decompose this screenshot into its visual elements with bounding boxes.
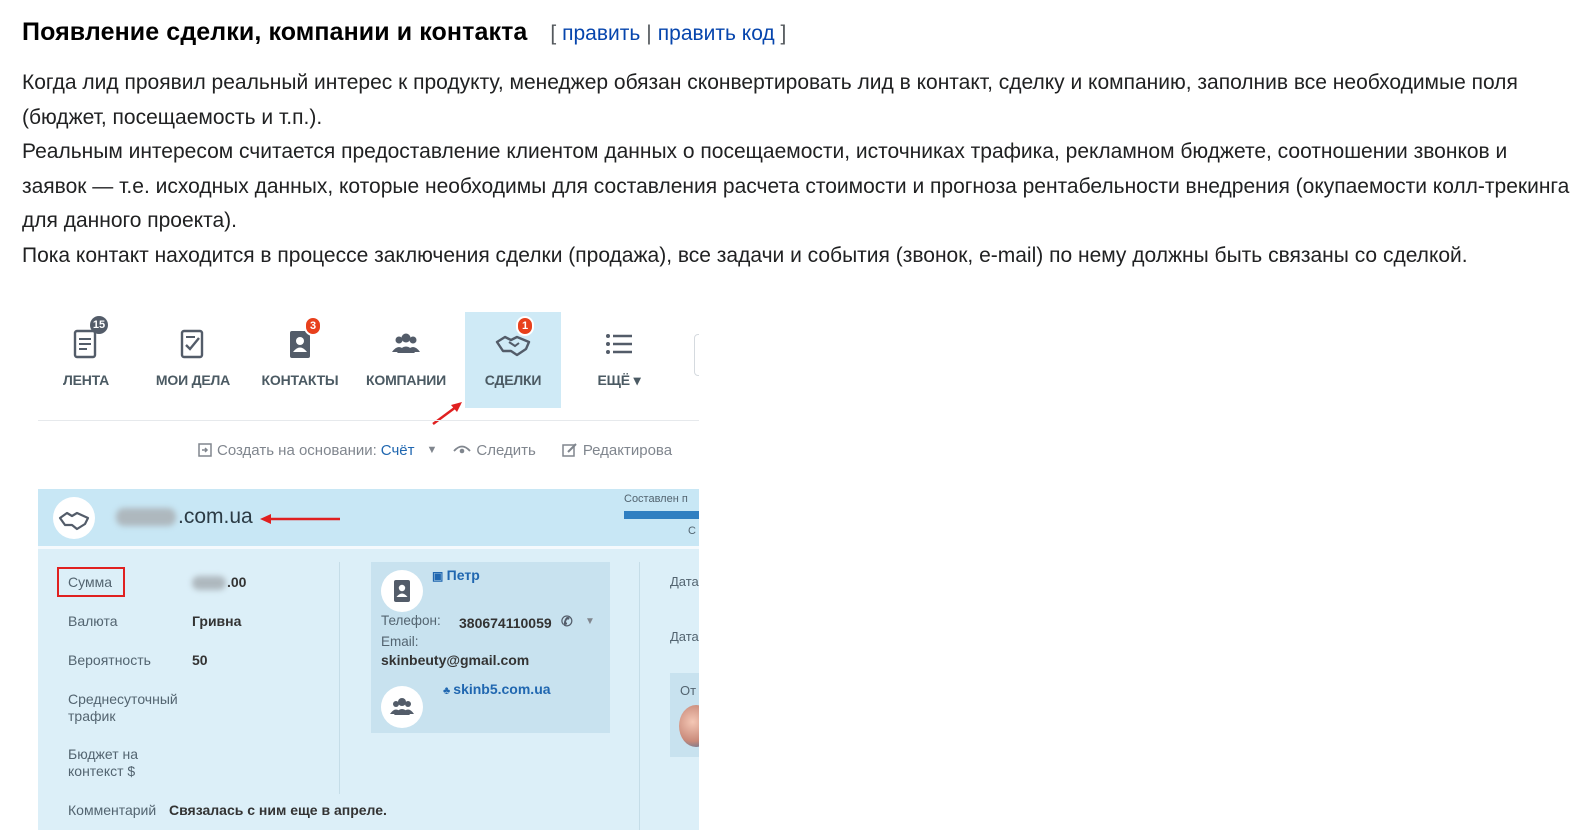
contact-card: ▣ Петр Телефон: 380674110059 ✆ ▼ Email: …: [371, 562, 610, 733]
section-heading: Появление сделки, компании и контакта [ …: [22, 18, 786, 47]
create-icon: [198, 443, 212, 457]
contacts-badge: 3: [304, 316, 322, 336]
annotation-arrow-icon: [260, 514, 340, 524]
field-value-sum: .00: [192, 574, 247, 591]
tab-label: МОИ ДЕЛА: [155, 372, 231, 388]
annotation-arrow-icon: [432, 402, 462, 426]
phone-value[interactable]: 380674110059: [459, 615, 552, 631]
blurred-domain: [116, 508, 176, 527]
contact-small-icon: ▣: [432, 569, 447, 583]
contact-name-link[interactable]: ▣ Петр: [432, 567, 480, 583]
deal-title-suffix: .com.ua: [178, 505, 253, 528]
date-end-label: Дата заве: [670, 629, 699, 644]
contact-name: Петр: [446, 567, 480, 583]
field-value-comment: Связалась с ним еще в апреле.: [169, 802, 387, 818]
paragraph: Когда лид проявил реальный интерес к про…: [22, 71, 1518, 129]
field-value-currency: Гривна: [192, 613, 242, 629]
tab-label: КОНТАКТЫ: [261, 372, 339, 388]
edit-source-link[interactable]: править код: [658, 22, 775, 45]
company-name: skinb5.com.ua: [453, 681, 551, 697]
tab-companies[interactable]: КОМПАНИИ: [358, 312, 454, 408]
bracket-close: ]: [780, 22, 787, 45]
column-divider: [639, 562, 640, 830]
crm-screenshot: 15 ЛЕНТА МОИ ДЕЛА 3 КОНТАКТЫ КОМПАНИИ 1 …: [38, 300, 699, 830]
paragraph: Пока контакт находится в процессе заключ…: [22, 243, 1468, 267]
email-value[interactable]: skinbeuty@gmail.com: [381, 652, 529, 668]
company-link[interactable]: ♣ skinb5.com.ua: [443, 681, 551, 697]
deal-header: .com.ua Составлен п С: [38, 489, 699, 546]
tab-feed[interactable]: 15 ЛЕНТА: [38, 312, 134, 408]
paragraph: Реальным интересом считается предоставле…: [22, 140, 1570, 233]
bracket-open: [: [550, 22, 557, 45]
responsible-label: От: [680, 683, 697, 698]
deal-card: .com.ua Составлен п С Сумма .00 Валюта Г…: [38, 489, 699, 830]
tab-contacts[interactable]: 3 КОНТАКТЫ: [252, 312, 348, 408]
deal-title: .com.ua: [116, 505, 253, 529]
tasks-icon: [175, 326, 211, 362]
edit-section-links: [ править | править код ]: [550, 22, 786, 46]
section-title: Появление сделки, компании и контакта: [22, 18, 528, 46]
field-value-probability: 50: [192, 652, 208, 668]
field-label-probability: Вероятность: [68, 652, 151, 668]
tab-deals[interactable]: 1 СДЕЛКИ: [465, 312, 561, 408]
edit-icon: [562, 442, 578, 458]
edit-link[interactable]: править: [562, 22, 640, 45]
companies-icon: [388, 326, 424, 362]
tab-label: СДЕЛКИ: [484, 372, 542, 388]
edit-button[interactable]: Редактирова: [583, 442, 672, 459]
search-box-edge[interactable]: [694, 334, 699, 376]
stage-label: Составлен п: [624, 493, 688, 505]
tab-label: ЛЕНТА: [62, 372, 110, 388]
deals-badge: 1: [516, 316, 534, 336]
company-small-icon: ♣: [443, 685, 454, 697]
crm-nav-tabs: 15 ЛЕНТА МОИ ДЕЛА 3 КОНТАКТЫ КОМПАНИИ 1 …: [38, 300, 699, 420]
email-label: Email:: [381, 634, 419, 649]
tabs-divider: [38, 420, 699, 421]
company-avatar: [381, 686, 423, 728]
follow-button[interactable]: Следить: [476, 442, 535, 459]
create-based-on-label[interactable]: Создать на основании:: [217, 442, 377, 459]
stage-progress-bar[interactable]: [624, 511, 699, 519]
date-start-label: Дата нача: [670, 574, 699, 589]
deal-toolbar: Создать на основании: Счёт ▼ Следить Ред…: [198, 440, 672, 460]
tab-more[interactable]: ЕЩЁ ▾: [571, 312, 667, 408]
phone-label: Телефон:: [381, 613, 441, 628]
create-based-on-value[interactable]: Счёт: [381, 442, 415, 459]
field-label-budget: Бюджет на контекст $: [68, 746, 139, 779]
deal-avatar: [53, 497, 95, 539]
contact-avatar: [381, 570, 423, 612]
chevron-down-icon[interactable]: ▼: [427, 444, 438, 456]
tab-label: КОМПАНИИ: [366, 372, 446, 388]
chevron-down-icon[interactable]: ▼: [585, 616, 595, 627]
tab-my-tasks[interactable]: МОИ ДЕЛА: [145, 312, 241, 408]
edit-separator: |: [646, 22, 652, 45]
stage-sub-label: С: [688, 525, 696, 537]
field-label-comment: Комментарий: [68, 802, 157, 818]
field-value-sum-suffix: .00: [227, 574, 247, 590]
field-label-currency: Валюта: [68, 613, 118, 629]
phone-icon[interactable]: ✆: [561, 613, 573, 630]
article-body: Когда лид проявил реальный интерес к про…: [22, 66, 1570, 274]
field-label-sum: Сумма: [68, 574, 112, 590]
column-divider: [339, 562, 340, 794]
eye-icon: [453, 444, 472, 456]
feed-badge: 15: [90, 316, 108, 334]
header-divider: [38, 546, 699, 549]
list-icon: [601, 326, 637, 362]
field-label-traffic: Среднесуточный трафик: [68, 691, 178, 724]
tab-label: ЕЩЁ ▾: [597, 372, 641, 388]
blurred-amount: [192, 576, 226, 591]
